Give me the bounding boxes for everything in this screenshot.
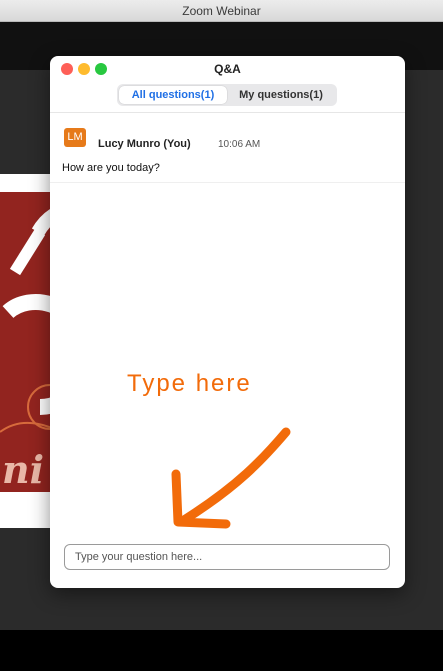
divider <box>50 182 405 183</box>
tab-all-questions[interactable]: All questions(1) <box>119 86 227 104</box>
slide-text-fragment: ni <box>2 447 45 492</box>
avatar: LM <box>64 128 86 147</box>
question-input[interactable] <box>64 544 390 570</box>
annotation-label: Type here <box>127 370 252 397</box>
tab-my-questions[interactable]: My questions(1) <box>227 86 335 104</box>
question-timestamp: 10:06 AM <box>218 139 261 150</box>
question-item: LM Lucy Munro (You) 10:06 AM How are you… <box>50 126 405 182</box>
arrow-icon <box>171 427 291 529</box>
zoom-window-titlebar: Zoom Webinar <box>0 0 443 22</box>
bottom-black-bar <box>0 630 443 671</box>
divider <box>50 112 405 113</box>
qa-tab-bar: All questions(1) My questions(1) <box>117 84 337 106</box>
qa-window: Q&A All questions(1) My questions(1) LM … <box>50 56 405 588</box>
question-text: How are you today? <box>62 162 160 174</box>
zoom-window-title: Zoom Webinar <box>182 4 261 18</box>
qa-window-title: Q&A <box>214 62 241 76</box>
question-author: Lucy Munro (You) <box>98 138 191 150</box>
